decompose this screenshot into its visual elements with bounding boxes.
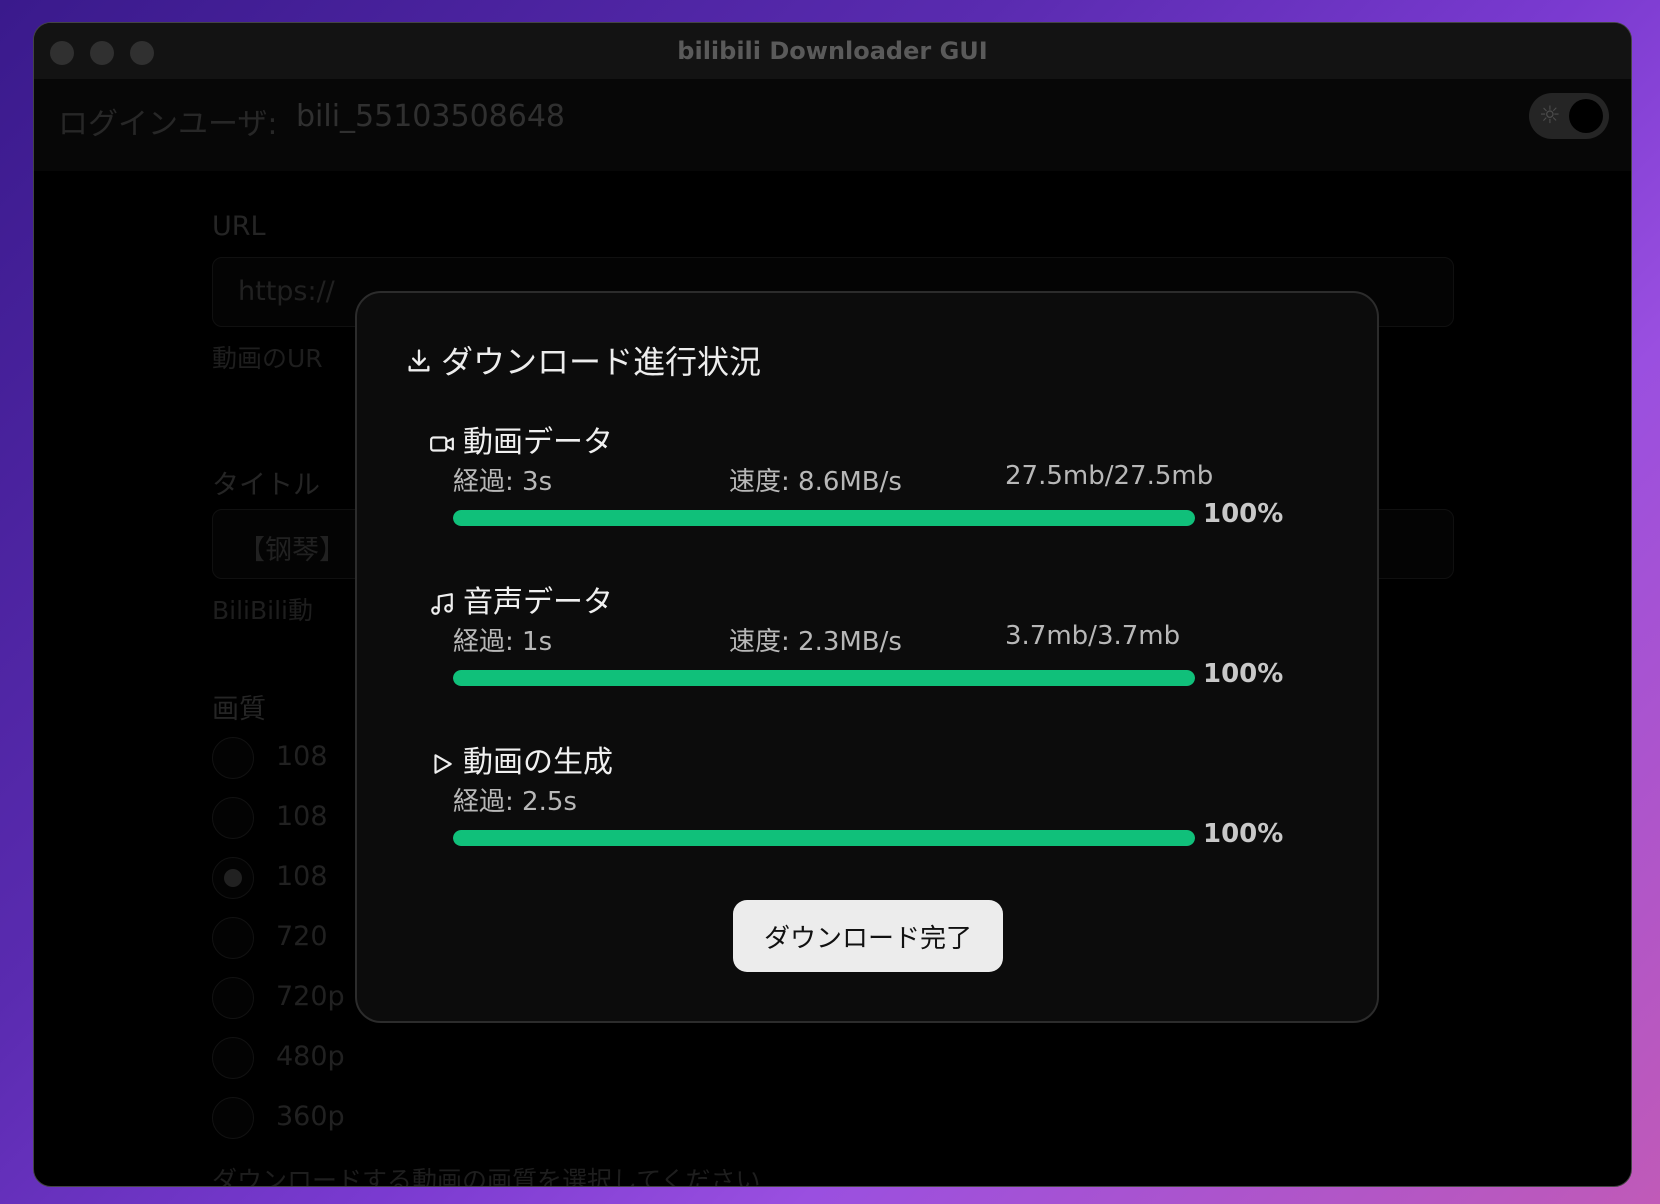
section-label: 音声データ xyxy=(463,585,613,620)
speed-text: 速度: 2.3MB/s xyxy=(729,627,902,657)
size-text: 3.7mb/3.7mb xyxy=(1005,621,1181,651)
download-progress-modal: ダウンロード進行状況 動画データ 経過: 3s 速度: 8.6MB/s 27.5… xyxy=(355,291,1379,1023)
progress-fill xyxy=(453,670,1195,686)
music-note-icon xyxy=(429,585,463,620)
download-complete-button[interactable]: ダウンロード完了 xyxy=(733,900,1003,972)
progress-bar xyxy=(453,510,1195,526)
download-icon xyxy=(405,345,433,383)
modal-title-text: ダウンロード進行状況 xyxy=(441,343,762,381)
progress-percent: 100% xyxy=(1203,819,1284,849)
progress-percent: 100% xyxy=(1203,499,1284,529)
section-heading: 動画の生成 xyxy=(429,737,613,781)
elapsed-text: 経過: 2.5s xyxy=(453,787,577,817)
app-window: bilibili Downloader GUI ログインユーザ: bili_55… xyxy=(33,22,1632,1187)
section-heading: 動画データ xyxy=(429,417,613,461)
section-label: 動画の生成 xyxy=(463,745,613,780)
play-icon xyxy=(429,745,463,780)
elapsed-text: 経過: 3s xyxy=(453,467,553,497)
section-heading: 音声データ xyxy=(429,577,613,621)
modal-title: ダウンロード進行状況 xyxy=(405,337,761,383)
progress-bar xyxy=(453,830,1195,846)
size-text: 27.5mb/27.5mb xyxy=(1005,461,1214,491)
progress-fill xyxy=(453,830,1195,846)
section-label: 動画データ xyxy=(463,425,613,460)
progress-percent: 100% xyxy=(1203,659,1284,689)
video-camera-icon xyxy=(429,425,463,460)
speed-text: 速度: 8.6MB/s xyxy=(729,467,902,497)
progress-fill xyxy=(453,510,1195,526)
elapsed-text: 経過: 1s xyxy=(453,627,553,657)
progress-bar xyxy=(453,670,1195,686)
